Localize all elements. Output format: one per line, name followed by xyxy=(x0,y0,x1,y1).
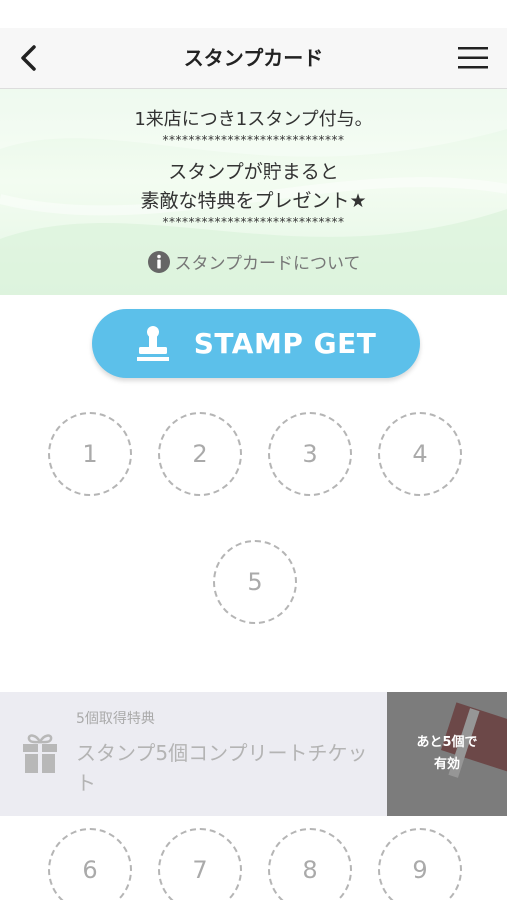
reward-remaining: あと5個で 有効 xyxy=(387,732,507,776)
stamp-slot-5: 5 xyxy=(213,540,297,624)
stamp-slot-3: 3 xyxy=(268,412,352,496)
info-banner: 1来店につき1スタンプ付与。 *************************… xyxy=(0,89,507,295)
gift-icon xyxy=(23,734,57,773)
hamburger-menu-icon xyxy=(458,47,488,69)
banner-line-1: 1来店につき1スタンプ付与。 xyxy=(134,109,373,130)
stamp-card-screen: スタンプカード 1来店につき1スタンプ付与。 *****************… xyxy=(0,0,507,900)
stamp-get-label: STAMP GET xyxy=(193,327,377,360)
stamp-slot-4: 4 xyxy=(378,412,462,496)
reward-title: スタンプ5個コンプリートチケット xyxy=(76,741,368,795)
reward-thumbnail: あと5個で 有効 xyxy=(387,692,507,816)
stamp-icon xyxy=(136,325,169,361)
about-stamp-card-link[interactable]: スタンプカードについて xyxy=(0,249,507,274)
stamp-slot-9: 9 xyxy=(378,828,462,900)
reward-remaining-line1: あと5個で xyxy=(416,735,478,750)
info-icon xyxy=(147,250,170,273)
stamp-slot-6: 6 xyxy=(48,828,132,900)
reward-subtitle: 5個取得特典 xyxy=(76,711,155,727)
reward-remaining-line2: 有効 xyxy=(433,757,460,772)
about-link-label: スタンプカードについて xyxy=(174,254,361,274)
header-bar: スタンプカード xyxy=(0,28,507,89)
stamp-slot-2: 2 xyxy=(158,412,242,496)
reward-ticket[interactable]: 5個取得特典 スタンプ5個コンプリートチケット あと5個で 有効 xyxy=(0,692,507,816)
banner-separator-top: **************************** xyxy=(162,133,345,147)
stamp-slot-1: 1 xyxy=(48,412,132,496)
stamp-slot-7: 7 xyxy=(158,828,242,900)
stamp-get-button[interactable]: STAMP GET xyxy=(92,309,420,378)
stamp-slot-8: 8 xyxy=(268,828,352,900)
menu-button[interactable] xyxy=(457,44,489,72)
banner-line-2: スタンプが貯まると xyxy=(168,161,339,183)
banner-separator-bottom: **************************** xyxy=(162,215,345,229)
banner-line-3: 素敵な特典をプレゼント★ xyxy=(140,190,367,212)
page-title: スタンプカード xyxy=(183,46,324,70)
